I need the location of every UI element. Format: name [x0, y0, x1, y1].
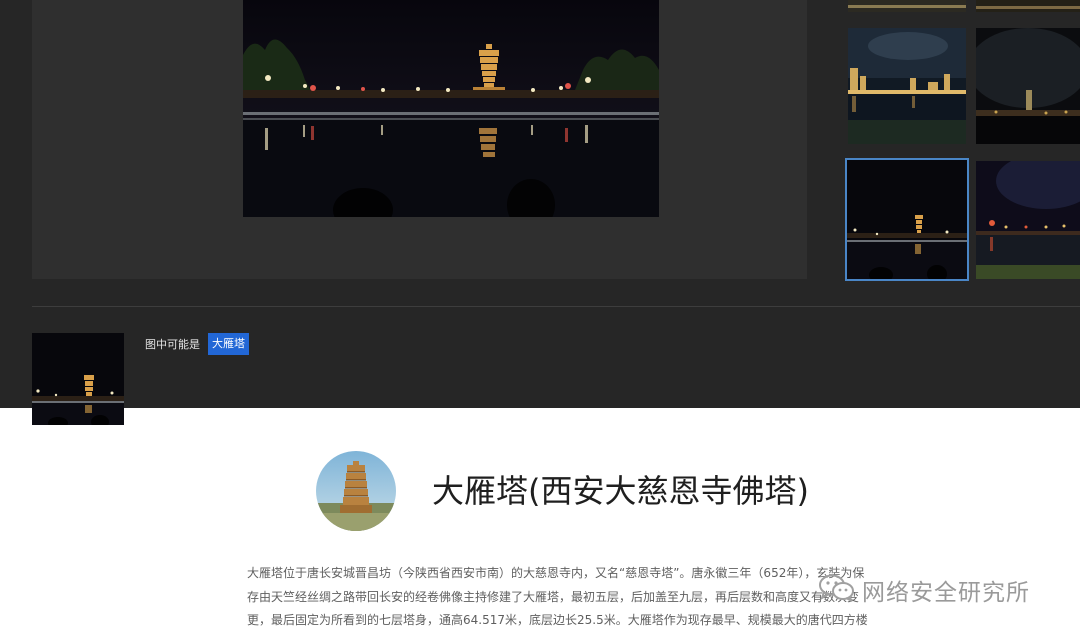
result-thumbnail[interactable] — [32, 333, 124, 425]
image-viewer — [32, 0, 807, 279]
thumb-top-left[interactable] — [848, 0, 966, 12]
watermark-text: 网络安全研究所 — [862, 580, 1030, 606]
landmark-avatar — [316, 451, 396, 531]
landmark-description: 大雁塔位于唐长安城晋昌坊（今陕西省西安市南）的大慈恩寺内，又名“慈恩寺塔”。唐永… — [247, 562, 877, 633]
image-search-panel: 图中可能是 大雁塔 — [0, 0, 1080, 425]
landmark-title: 大雁塔(西安大慈恩寺佛塔) — [432, 472, 809, 510]
thumb-lakeside-lights[interactable] — [976, 161, 1080, 279]
description-line: 存由天竺经丝绸之路带回长安的经卷佛像主持修建了大雁塔，最初五层，后加盖至九层，再… — [247, 589, 860, 604]
wechat-icon — [818, 573, 856, 607]
main-photo[interactable] — [243, 0, 659, 217]
divider — [32, 306, 1080, 307]
thumb-pagoda-reflection[interactable] — [845, 158, 969, 281]
recognition-tag[interactable]: 大雁塔 — [208, 333, 249, 355]
description-line: 更，最后固定为所看到的七层塔身，通高64.517米，底层边长25.5米。大雁塔作… — [247, 613, 868, 627]
thumb-pagoda-distance[interactable] — [976, 28, 1080, 144]
thumb-top-right[interactable] — [976, 0, 1080, 12]
thumb-city-skyline[interactable] — [848, 28, 966, 144]
watermark: 网络安全研究所 — [818, 572, 1030, 608]
description-line: 大雁塔位于唐长安城晋昌坊（今陕西省西安市南）的大慈恩寺内，又名“慈恩寺塔”。唐永… — [247, 566, 865, 580]
recognition-label: 图中可能是 — [145, 338, 200, 351]
